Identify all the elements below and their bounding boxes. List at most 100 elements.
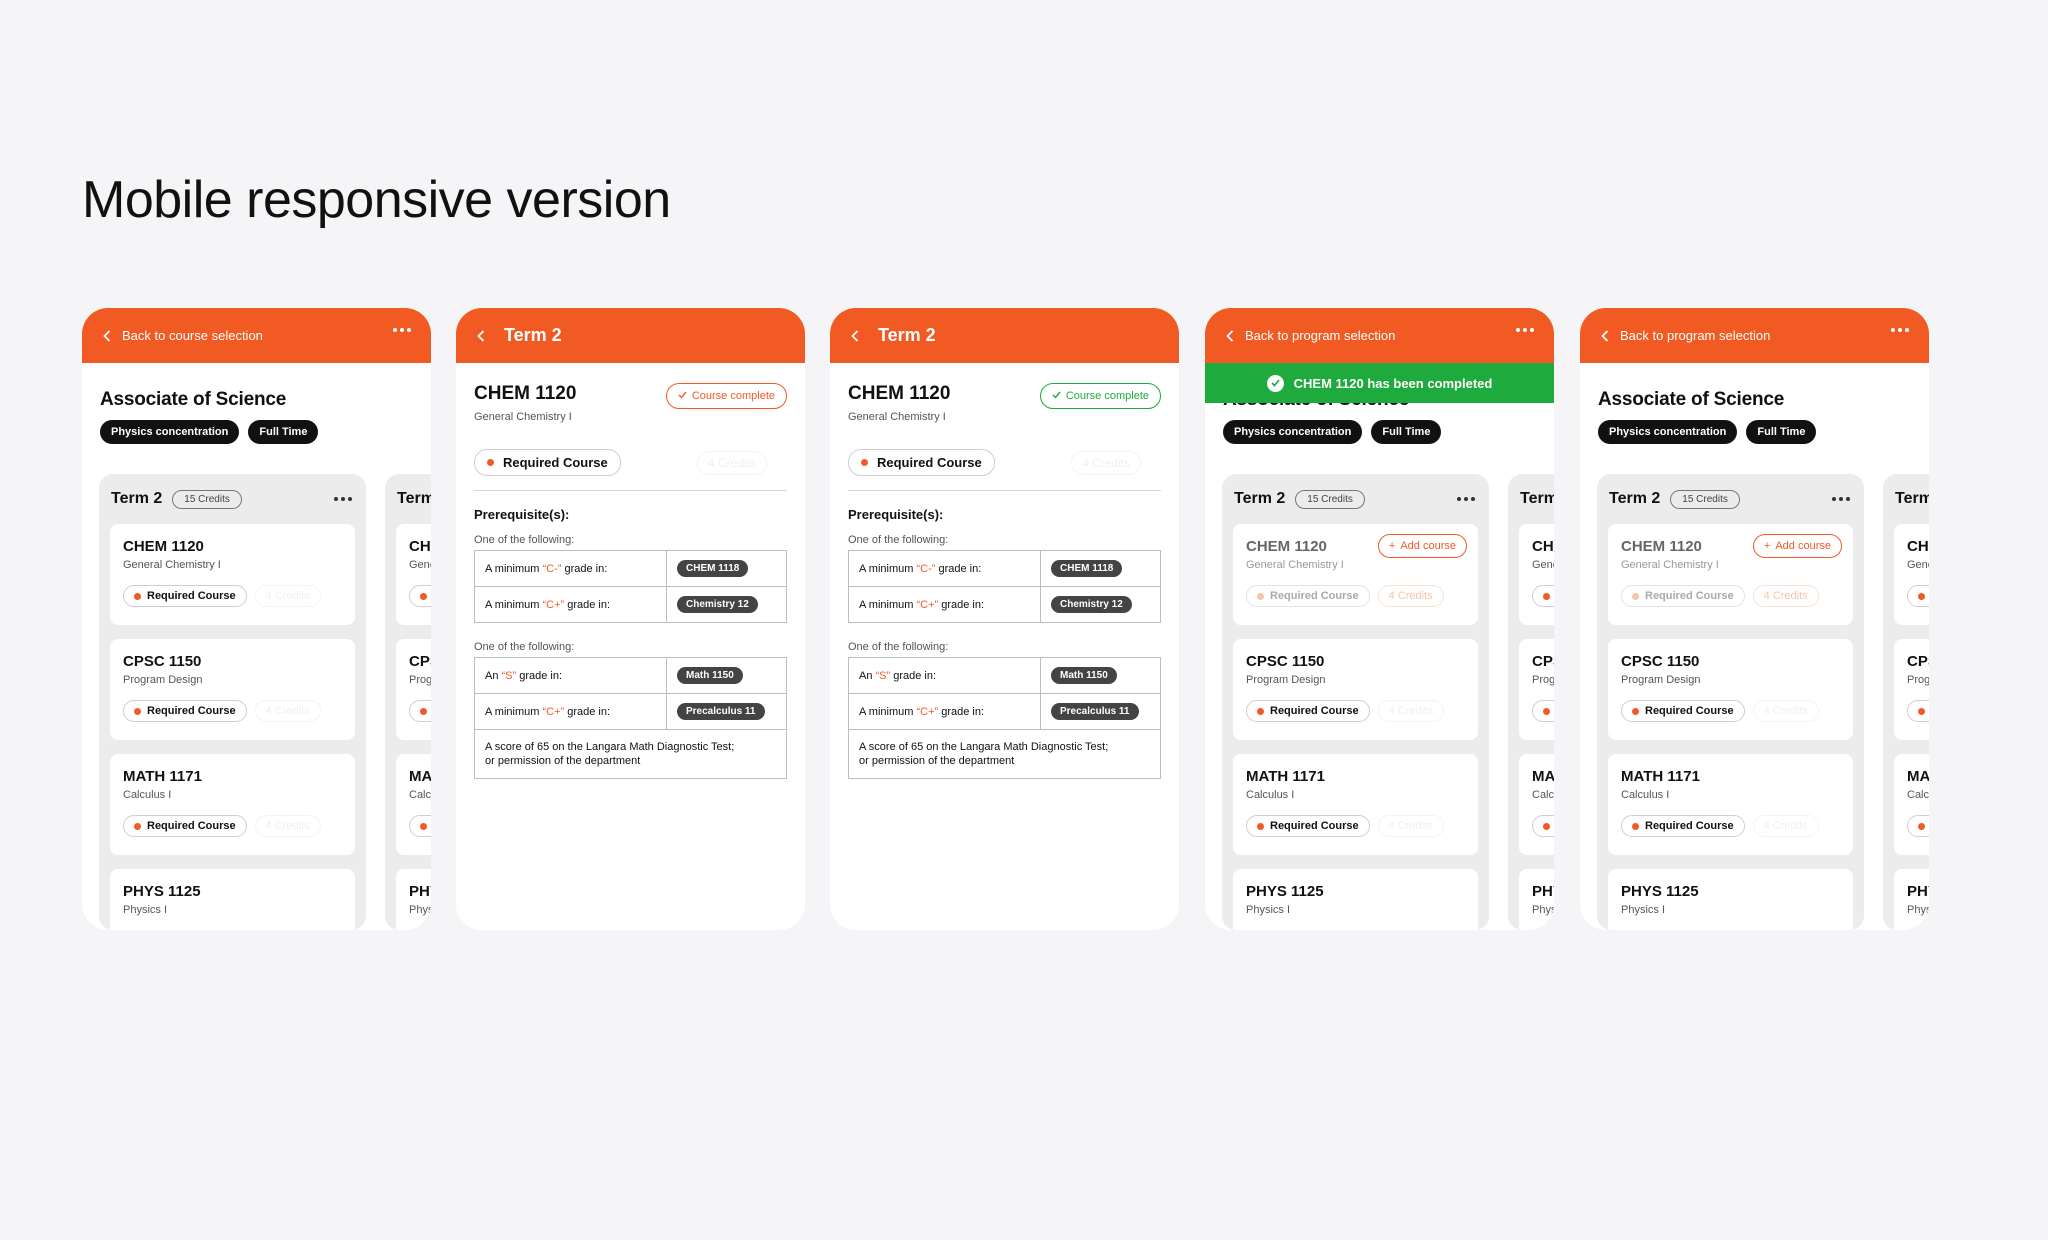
course-code: MATH 1171 bbox=[123, 768, 202, 785]
required-badge: Required Course bbox=[1621, 700, 1745, 722]
more-icon[interactable] bbox=[1891, 328, 1909, 332]
required-badge: Required Course bbox=[1532, 815, 1554, 837]
course-card[interactable]: CPSC 1160 Program Design II Required Cours… bbox=[1894, 639, 1929, 740]
course-code: CPSC 1160 bbox=[1532, 653, 1554, 670]
add-course-button[interactable]: + Add course bbox=[1377, 534, 1467, 558]
required-badge: Required Course bbox=[409, 585, 431, 607]
course-name: Program Design bbox=[1621, 674, 1701, 686]
term-row: Term 2 15 Credits CHEM 1120 General Chem… bbox=[1597, 474, 1929, 930]
course-pill: Precalculus 11 bbox=[677, 703, 765, 720]
course-name: General Chemistry I bbox=[848, 411, 946, 423]
course-code: PHYS 1225 bbox=[1907, 883, 1929, 900]
course-card[interactable]: PHYS 1125 Physics I bbox=[110, 869, 355, 930]
course-card[interactable]: CHEM 1121 General Chemistry II Required Co… bbox=[396, 524, 431, 625]
course-card-completed[interactable]: CHEM 1120 General Chemistry I + Add cours… bbox=[1233, 524, 1478, 625]
course-name: Physics I bbox=[1621, 904, 1666, 916]
back-button[interactable]: Back to program selection bbox=[1598, 328, 1770, 343]
course-code: PHYS 1125 bbox=[1246, 883, 1324, 900]
course-card[interactable]: MATH 1271 Calculus II Required Course bbox=[396, 754, 431, 855]
required-badge: Required Course bbox=[1621, 585, 1745, 607]
course-name: Physics I bbox=[123, 904, 168, 916]
table-row: A minimum “C-” grade in: CHEM 1118 bbox=[848, 550, 1161, 587]
course-card[interactable]: MATH 1271 Calculus II Required Course bbox=[1519, 754, 1554, 855]
term-name: Term 3 bbox=[1895, 490, 1929, 507]
term-name: Term 2 bbox=[1234, 490, 1286, 507]
course-name: Program Design bbox=[123, 674, 203, 686]
course-card[interactable]: MATH 1171 Calculus I Required Course 4 Cr… bbox=[1233, 754, 1478, 855]
course-name: Program Design bbox=[1246, 674, 1326, 686]
course-card[interactable]: PHYS 1225 Physics II bbox=[1894, 869, 1929, 930]
one-of-label: One of the following: bbox=[474, 641, 575, 653]
term-name: Term 2 bbox=[111, 490, 163, 507]
screen-course-selection: Back to course selection Associate of Sc… bbox=[82, 308, 431, 930]
term-more-icon[interactable] bbox=[334, 497, 352, 501]
course-code: CPSC 1160 bbox=[409, 653, 431, 670]
top-bar: Back to program selection bbox=[1580, 308, 1929, 363]
term-column: Term 3 CHEM 1121 General Chemistry II Requ… bbox=[385, 474, 431, 930]
course-code: CPSC 1150 bbox=[1246, 653, 1325, 670]
concentration-chip: Physics concentration bbox=[1598, 420, 1738, 444]
course-card[interactable]: CPSC 1150 Program Design Required Course… bbox=[1233, 639, 1478, 740]
course-card[interactable]: CHEM 1121 General Chemistry II Required Co… bbox=[1519, 524, 1554, 625]
back-button[interactable]: Back to program selection bbox=[1223, 328, 1395, 343]
course-card-completed[interactable]: CHEM 1120 General Chemistry I + Add cours… bbox=[1608, 524, 1853, 625]
course-card[interactable]: PHYS 1225 Physics II bbox=[396, 869, 431, 930]
credits-badge: 4 Credits bbox=[1377, 585, 1444, 607]
program-header: Associate of Science Physics concentrati… bbox=[82, 363, 431, 444]
course-code: CPSC 1150 bbox=[1621, 653, 1700, 670]
prereq-heading: Prerequisite(s): bbox=[474, 507, 570, 522]
required-badge: Required Course bbox=[1907, 700, 1929, 722]
course-complete-button[interactable]: Course complete bbox=[1039, 383, 1161, 409]
course-code: MATH 1271 bbox=[409, 768, 431, 785]
table-row: A minimum “C+” grade in: Chemistry 12 bbox=[474, 586, 787, 623]
table-row: A score of 65 on the Langara Math Diagno… bbox=[474, 729, 787, 779]
required-badge: Required Course bbox=[123, 585, 247, 607]
more-icon[interactable] bbox=[393, 328, 411, 332]
chevron-left-icon[interactable] bbox=[848, 329, 862, 343]
enrollment-chip: Full Time bbox=[1746, 420, 1817, 444]
course-card[interactable]: PHYS 1125 Physics I bbox=[1608, 869, 1853, 930]
one-of-label: One of the following: bbox=[474, 534, 575, 546]
chevron-left-icon[interactable] bbox=[474, 329, 488, 343]
course-name: Calculus II bbox=[1907, 789, 1929, 801]
more-icon[interactable] bbox=[1516, 328, 1534, 332]
add-course-button[interactable]: + Add course bbox=[1752, 534, 1842, 558]
required-badge: Required Course bbox=[409, 700, 431, 722]
credits-badge: 4 Credits bbox=[1377, 815, 1444, 837]
plus-icon: + bbox=[1388, 540, 1396, 552]
course-card[interactable]: CHEM 1120 General Chemistry I Required C… bbox=[110, 524, 355, 625]
back-button[interactable]: Back to course selection bbox=[100, 328, 263, 343]
term-more-icon[interactable] bbox=[1832, 497, 1850, 501]
course-card[interactable]: CPSC 1160 Program Design II Required Cours… bbox=[1519, 639, 1554, 740]
program-title: Associate of Science bbox=[1598, 389, 1785, 410]
course-name: Physics II bbox=[1532, 904, 1554, 916]
term-column: Term 3 CHEM 1121 General Chemistry II Requ… bbox=[1883, 474, 1929, 930]
check-icon bbox=[678, 390, 687, 402]
course-card[interactable]: MATH 1271 Calculus II Required Course bbox=[1894, 754, 1929, 855]
screen-course-detail-complete: Term 2 CHEM 1120 General Chemistry I Cou… bbox=[830, 308, 1179, 930]
course-card[interactable]: PHYS 1225 Physics II bbox=[1519, 869, 1554, 930]
course-card[interactable]: CHEM 1121 General Chemistry II Required Co… bbox=[1894, 524, 1929, 625]
course-name: Calculus II bbox=[1532, 789, 1554, 801]
course-card[interactable]: MATH 1171 Calculus I Required Course 4 Cr… bbox=[110, 754, 355, 855]
screen-course-detail: Term 2 CHEM 1120 General Chemistry I Cou… bbox=[456, 308, 805, 930]
course-card[interactable]: PHYS 1125 Physics I bbox=[1233, 869, 1478, 930]
course-name: General Chemistry II bbox=[409, 559, 431, 571]
course-name: General Chemistry I bbox=[474, 411, 572, 423]
course-name: Physics II bbox=[1907, 904, 1929, 916]
course-card[interactable]: CPSC 1160 Program Design II Required Cours… bbox=[396, 639, 431, 740]
course-card[interactable]: CPSC 1150 Program Design Required Course… bbox=[110, 639, 355, 740]
required-badge: Required Course bbox=[409, 815, 431, 837]
term-more-icon[interactable] bbox=[1457, 497, 1475, 501]
course-code: MATH 1171 bbox=[1621, 768, 1700, 785]
course-complete-button[interactable]: Course complete bbox=[665, 383, 787, 409]
credits-badge: 4 Credits bbox=[1377, 700, 1444, 722]
course-complete-label: Course complete bbox=[691, 390, 775, 402]
term-column: Term 3 CHEM 1121 General Chemistry II Requ… bbox=[1508, 474, 1554, 930]
course-code: MATH 1271 bbox=[1907, 768, 1929, 785]
course-card[interactable]: MATH 1171 Calculus I Required Course 4 Cr… bbox=[1608, 754, 1853, 855]
term-column: Term 2 15 Credits CHEM 1120 General Chem… bbox=[99, 474, 366, 930]
enrollment-chip: Full Time bbox=[1371, 420, 1442, 444]
course-pill: CHEM 1118 bbox=[677, 560, 749, 577]
course-card[interactable]: CPSC 1150 Program Design Required Course… bbox=[1608, 639, 1853, 740]
